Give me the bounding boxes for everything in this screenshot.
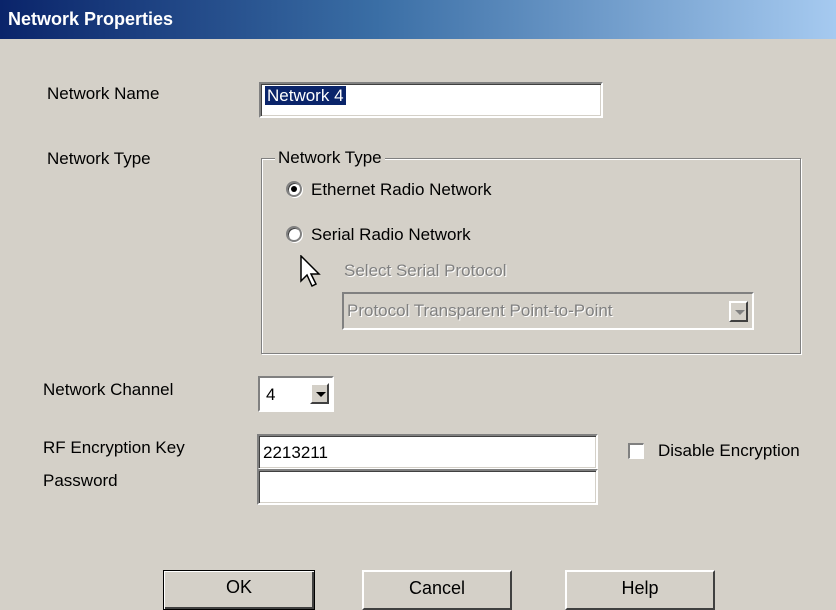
ethernet-radio-label[interactable]: Ethernet Radio Network [311,180,491,200]
serial-protocol-value: Protocol Transparent Point-to-Point [347,301,613,320]
serial-protocol-dropdown-button[interactable] [729,301,748,322]
chevron-down-icon [735,310,745,315]
cancel-button[interactable]: Cancel [362,570,512,610]
network-type-group-title: Network Type [275,148,385,168]
serial-radio-button[interactable] [286,226,302,242]
ok-button[interactable]: OK [163,570,315,610]
network-channel-label: Network Channel [43,380,174,399]
network-channel-dropdown-button[interactable] [310,383,329,404]
network-name-label: Network Name [47,84,160,103]
rf-encryption-key-value: 2213211 [263,443,328,462]
serial-radio-label[interactable]: Serial Radio Network [311,225,471,245]
disable-encryption-label[interactable]: Disable Encryption [658,441,800,461]
radio-selected-dot [291,186,297,192]
network-name-input[interactable]: Network 4 [259,82,603,118]
serial-protocol-dropdown[interactable]: Protocol Transparent Point-to-Point [342,292,754,330]
dialog-title: Network Properties [8,9,174,29]
network-type-label: Network Type [47,149,151,168]
ethernet-radio-button[interactable] [286,181,302,197]
disable-encryption-checkbox[interactable] [628,443,644,459]
title-bar[interactable]: Network Properties [0,0,836,39]
network-channel-value: 4 [266,385,276,404]
serial-protocol-label: Select Serial Protocol [344,261,507,280]
mouse-pointer-icon [300,255,321,288]
network-name-value: Network 4 [265,86,346,105]
network-channel-dropdown[interactable]: 4 [258,376,334,412]
chevron-down-icon [316,392,326,397]
password-input[interactable] [257,469,598,505]
rf-encryption-key-label: RF Encryption Key [43,438,185,457]
password-label: Password [43,471,118,490]
rf-encryption-key-input[interactable]: 2213211 [257,434,598,470]
help-button[interactable]: Help [565,570,715,610]
